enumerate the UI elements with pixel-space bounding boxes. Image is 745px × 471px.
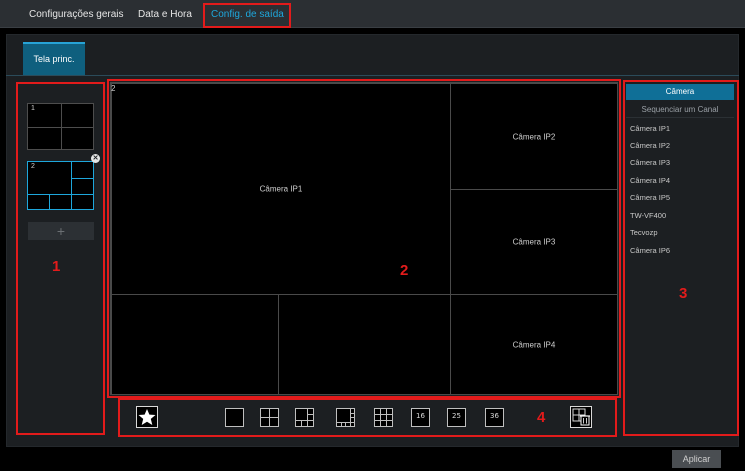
tab-general-settings[interactable]: Configurações gerais [29, 0, 124, 28]
grid-cell-2[interactable]: Câmera IP2 [450, 83, 618, 190]
camera-list-item[interactable]: Câmera IP6 [630, 246, 670, 255]
layout-icon-line [341, 422, 342, 426]
layout-divider [49, 194, 50, 210]
layout-icon-line [261, 417, 278, 418]
layout-number: 2 [31, 163, 35, 170]
layout-divider [27, 194, 94, 195]
layout-36-button[interactable]: 36 [485, 408, 504, 427]
grid-cell-5[interactable] [111, 294, 279, 395]
apply-button[interactable]: Aplicar [672, 450, 721, 468]
layout-thumbnail-2[interactable]: 2 [27, 161, 94, 210]
layout-9-button[interactable] [374, 408, 393, 427]
layout-icon-line [386, 409, 387, 426]
camera-list-panel: Câmera Sequenciar um Canal Câmera IP1 Câ… [624, 82, 737, 435]
layout-icon-line [350, 417, 354, 418]
layout-16-button[interactable]: 16 [411, 408, 430, 427]
camera-list-item[interactable]: TW-VF400 [630, 211, 666, 220]
grid-layout-number: 2 [111, 84, 116, 93]
annotation-4: 4 [537, 409, 546, 426]
layout-icon-line [296, 420, 313, 421]
layout-count-label: 36 [490, 412, 499, 420]
camera-label: Câmera IP4 [512, 340, 556, 349]
camera-label: Câmera IP1 [259, 184, 303, 194]
trash-grid-icon [572, 408, 590, 426]
layout-number: 1 [31, 105, 35, 112]
grid-cell-4[interactable]: Câmera IP4 [450, 294, 618, 395]
layout-6-button[interactable] [295, 408, 314, 427]
camera-list-item[interactable]: Câmera IP5 [630, 193, 670, 202]
tab-output-settings[interactable]: Config. de saída [211, 0, 284, 28]
tab-main-screen[interactable]: Tela princ. [23, 42, 85, 75]
layout-8-button[interactable] [336, 408, 355, 427]
layout-count-label: 25 [452, 412, 461, 420]
layout-1-button[interactable] [225, 408, 244, 427]
add-layout-button[interactable]: + [28, 222, 94, 240]
annotation-1: 1 [52, 258, 61, 275]
star-icon [138, 409, 156, 425]
clear-layout-button[interactable] [570, 406, 592, 428]
annotation-3: 3 [679, 285, 688, 302]
favorite-star-button[interactable] [136, 406, 158, 428]
camera-tab-header[interactable]: Câmera [626, 84, 734, 100]
layout-thumbnail-1[interactable]: 1 [27, 103, 94, 150]
layout-icon-line [375, 414, 392, 415]
layout-icon-line [307, 414, 313, 415]
layout-icon-line [301, 420, 302, 426]
close-icon[interactable]: ✕ [91, 154, 100, 163]
camera-label: Câmera IP2 [512, 132, 556, 141]
layout-divider [71, 178, 94, 179]
camera-list-item[interactable]: Tecvozp [630, 228, 658, 237]
layout-icon-line [350, 413, 354, 414]
camera-list-item[interactable]: Câmera IP1 [630, 124, 670, 133]
layout-4-button[interactable] [260, 408, 279, 427]
layout-count-label: 16 [416, 412, 425, 420]
layout-divider [71, 161, 72, 210]
grid-cell-3[interactable]: Câmera IP3 [450, 189, 618, 295]
annotation-2: 2 [400, 262, 409, 279]
layout-icon-line [380, 409, 381, 426]
tab-date-time[interactable]: Data e Hora [138, 0, 192, 28]
channel-layout-grid: Câmera IP1 Câmera IP2 Câmera IP3 Câmera … [110, 82, 618, 395]
camera-list-item[interactable]: Câmera IP3 [630, 158, 670, 167]
camera-list-item[interactable]: Câmera IP4 [630, 176, 670, 185]
layout-icon-line [307, 409, 308, 426]
layout-icon-line [345, 422, 346, 426]
layout-icon-line [375, 420, 392, 421]
camera-label: Câmera IP3 [512, 237, 556, 247]
top-tab-bar: Configurações gerais Data e Hora Config.… [0, 0, 745, 28]
layout-25-button[interactable]: 25 [447, 408, 466, 427]
grid-cell-6[interactable] [278, 294, 451, 395]
layout-divider [27, 127, 94, 128]
tab-divider [6, 75, 739, 76]
camera-list-item[interactable]: Câmera IP2 [630, 141, 670, 150]
sequence-channel-tab[interactable]: Sequenciar um Canal [626, 102, 734, 118]
